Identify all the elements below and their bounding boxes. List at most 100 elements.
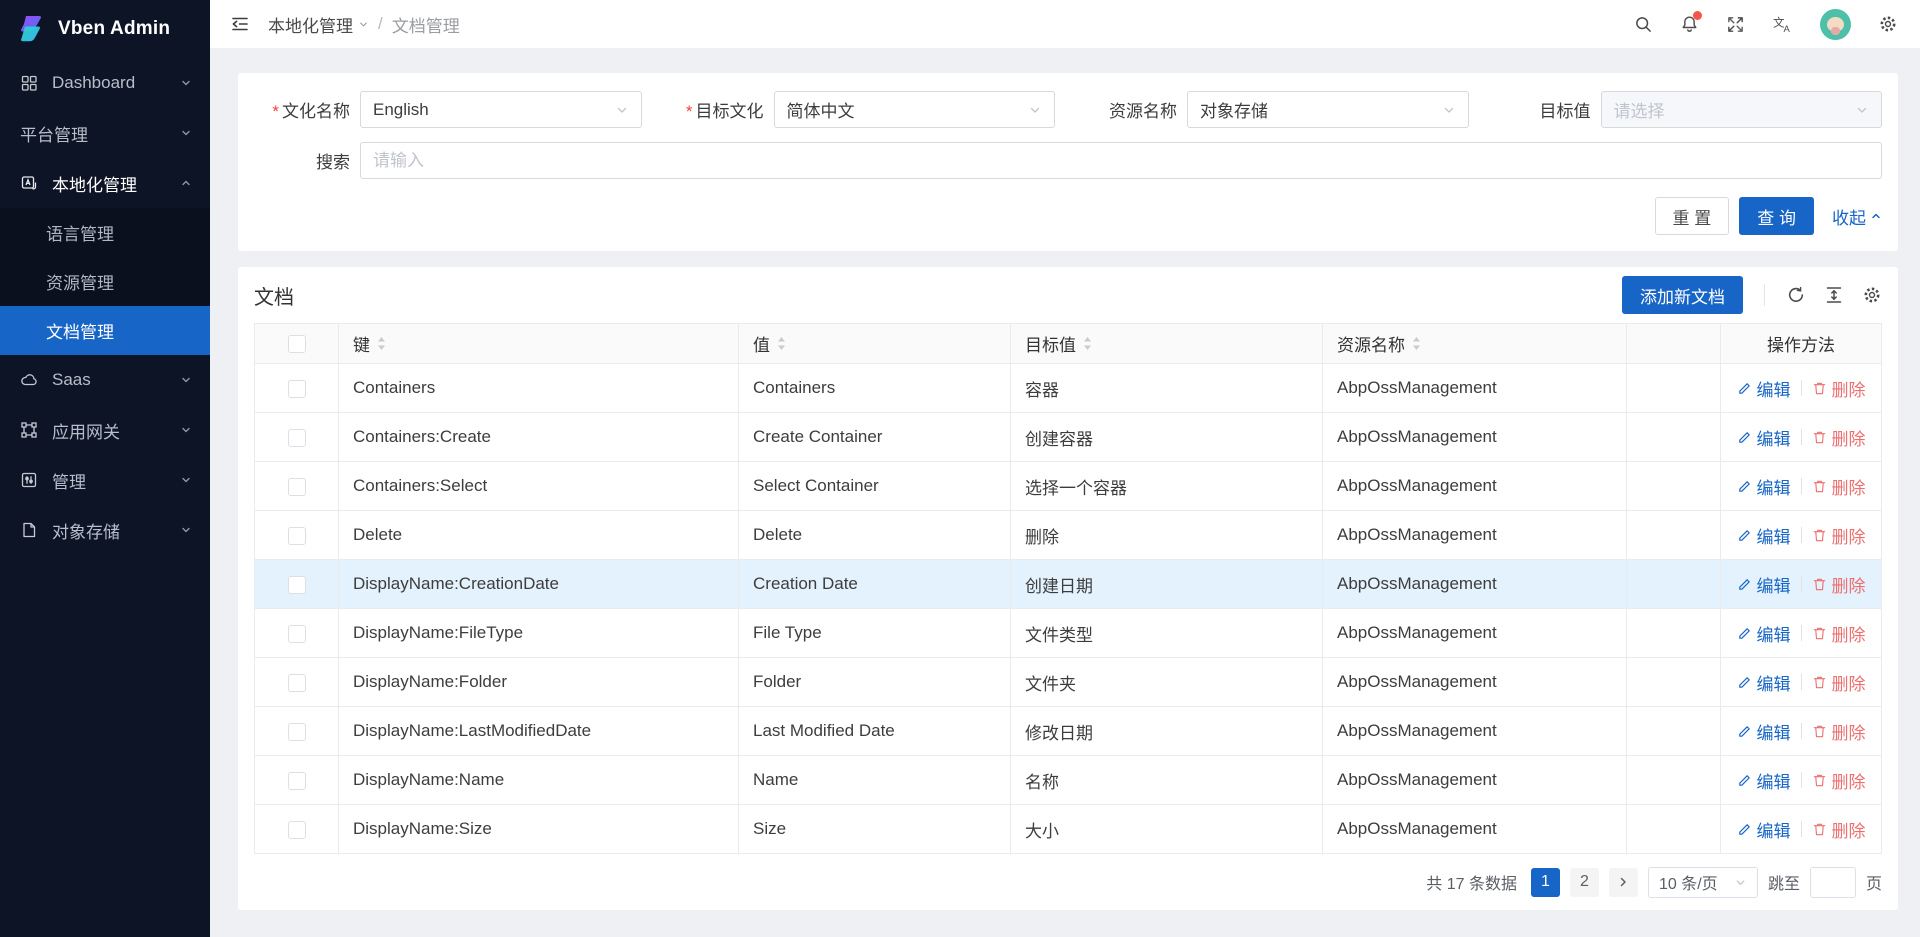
cell-key: DisplayName:CreationDate <box>339 560 739 609</box>
collapse-filter-label: 收起 <box>1832 204 1866 229</box>
search-input[interactable] <box>360 142 1882 179</box>
sort-icon[interactable] <box>1412 336 1421 351</box>
delete-link[interactable]: 删除 <box>1812 817 1866 842</box>
sidebar-item-document-management[interactable]: 文档管理 <box>0 306 210 355</box>
table-row[interactable]: DisplayName:Name Name 名称 AbpOssManagemen… <box>255 756 1882 805</box>
cell-resource: AbpOssManagement <box>1323 560 1627 609</box>
breadcrumb-separator: / <box>378 14 383 34</box>
sidebar-item-gateway[interactable]: 应用网关 <box>0 405 210 455</box>
delete-link[interactable]: 删除 <box>1812 572 1866 597</box>
delete-link[interactable]: 删除 <box>1812 425 1866 450</box>
resource-select[interactable]: 对象存储 <box>1187 91 1469 128</box>
table-row[interactable]: DisplayName:Size Size 大小 AbpOssManagemen… <box>255 805 1882 854</box>
top-header: 本地化管理 / 文档管理 <box>210 0 1920 49</box>
delete-link[interactable]: 删除 <box>1812 670 1866 695</box>
sidebar-item-dashboard[interactable]: Dashboard <box>0 58 210 108</box>
delete-link[interactable]: 删除 <box>1812 376 1866 401</box>
delete-link[interactable]: 删除 <box>1812 719 1866 744</box>
column-header-operations: 操作方法 <box>1721 324 1882 364</box>
sidebar-item-resource-management[interactable]: 资源管理 <box>0 257 210 306</box>
row-checkbox[interactable] <box>288 380 306 398</box>
edit-link[interactable]: 编辑 <box>1737 425 1791 450</box>
sort-icon[interactable] <box>377 336 386 351</box>
edit-link[interactable]: 编辑 <box>1737 523 1791 548</box>
row-checkbox[interactable] <box>288 576 306 594</box>
translate-icon[interactable]: 文 A <box>1772 14 1793 34</box>
delete-link[interactable]: 删除 <box>1812 474 1866 499</box>
sidebar-item-language-management[interactable]: 语言管理 <box>0 208 210 257</box>
sidebar-item-localization[interactable]: 本地化管理 <box>0 158 210 208</box>
table-row[interactable]: DisplayName:LastModifiedDate Last Modifi… <box>255 707 1882 756</box>
row-checkbox[interactable] <box>288 674 306 692</box>
collapse-sidebar-icon[interactable] <box>230 14 250 34</box>
edit-link[interactable]: 编辑 <box>1737 621 1791 646</box>
column-height-icon[interactable] <box>1824 285 1844 305</box>
target-value-select[interactable]: 请选择 <box>1601 91 1883 128</box>
row-checkbox[interactable] <box>288 527 306 545</box>
sort-icon[interactable] <box>1083 336 1092 351</box>
column-header-target[interactable]: 目标值 <box>1025 331 1076 356</box>
sidebar-item-platform[interactable]: 平台管理 <box>0 108 210 158</box>
query-button[interactable]: 查 询 <box>1739 197 1814 235</box>
search-icon[interactable] <box>1634 15 1653 34</box>
cell-empty <box>1627 805 1721 854</box>
sidebar-item-label: 资源管理 <box>46 269 114 294</box>
notification-bell-icon[interactable] <box>1680 14 1699 34</box>
row-checkbox[interactable] <box>288 821 306 839</box>
edit-link[interactable]: 编辑 <box>1737 670 1791 695</box>
delete-link[interactable]: 删除 <box>1812 523 1866 548</box>
settings-gear-icon[interactable] <box>1878 14 1898 34</box>
breadcrumb-parent[interactable]: 本地化管理 <box>268 12 369 37</box>
add-document-button[interactable]: 添加新文档 <box>1622 276 1743 314</box>
page-1-button[interactable]: 1 <box>1531 868 1560 897</box>
jump-page-input[interactable] <box>1810 867 1856 898</box>
sidebar-item-management[interactable]: 管理 <box>0 455 210 505</box>
sort-icon[interactable] <box>777 336 786 351</box>
sidebar-item-object-storage[interactable]: 对象存储 <box>0 505 210 555</box>
edit-link[interactable]: 编辑 <box>1737 376 1791 401</box>
table-row[interactable]: Containers:Create Create Container 创建容器 … <box>255 413 1882 462</box>
column-header-resource[interactable]: 资源名称 <box>1337 331 1405 356</box>
edit-link[interactable]: 编辑 <box>1737 474 1791 499</box>
logo[interactable]: Vben Admin <box>0 0 210 58</box>
jump-to-label: 跳至 <box>1768 870 1800 894</box>
next-page-button[interactable] <box>1609 868 1638 897</box>
table-row[interactable]: DisplayName:Folder Folder 文件夹 AbpOssMana… <box>255 658 1882 707</box>
table-row[interactable]: Containers Containers 容器 AbpOssManagemen… <box>255 364 1882 413</box>
sidebar-item-saas[interactable]: Saas <box>0 355 210 405</box>
cell-value: Containers <box>739 364 1011 413</box>
table-row[interactable]: DisplayName:FileType File Type 文件类型 AbpO… <box>255 609 1882 658</box>
cell-resource: AbpOssManagement <box>1323 364 1627 413</box>
target-culture-select[interactable]: 简体中文 <box>774 91 1056 128</box>
edit-link[interactable]: 编辑 <box>1737 719 1791 744</box>
avatar[interactable] <box>1820 9 1851 40</box>
edit-link[interactable]: 编辑 <box>1737 768 1791 793</box>
culture-select[interactable]: English <box>360 91 642 128</box>
fullscreen-icon[interactable] <box>1726 15 1745 34</box>
cell-empty <box>1627 511 1721 560</box>
edit-link[interactable]: 编辑 <box>1737 572 1791 597</box>
delete-link[interactable]: 删除 <box>1812 621 1866 646</box>
select-all-checkbox[interactable] <box>288 335 306 353</box>
row-checkbox[interactable] <box>288 625 306 643</box>
cell-key: Containers <box>339 364 739 413</box>
column-header-value[interactable]: 值 <box>753 331 770 356</box>
page-2-button[interactable]: 2 <box>1570 868 1599 897</box>
cell-empty <box>1627 462 1721 511</box>
page-size-select[interactable]: 10 条/页 <box>1648 867 1758 898</box>
table-settings-icon[interactable] <box>1862 285 1882 305</box>
row-checkbox[interactable] <box>288 772 306 790</box>
row-checkbox[interactable] <box>288 478 306 496</box>
table-row-highlighted[interactable]: DisplayName:CreationDate Creation Date 创… <box>255 560 1882 609</box>
cell-value: Select Container <box>739 462 1011 511</box>
delete-link[interactable]: 删除 <box>1812 768 1866 793</box>
reset-button[interactable]: 重 置 <box>1655 197 1730 235</box>
column-header-key[interactable]: 键 <box>353 331 370 356</box>
table-row[interactable]: Delete Delete 删除 AbpOssManagement 编辑删除 <box>255 511 1882 560</box>
table-row[interactable]: Containers:Select Select Container 选择一个容… <box>255 462 1882 511</box>
row-checkbox[interactable] <box>288 429 306 447</box>
edit-link[interactable]: 编辑 <box>1737 817 1791 842</box>
collapse-filter-link[interactable]: 收起 <box>1832 204 1882 229</box>
row-checkbox[interactable] <box>288 723 306 741</box>
refresh-icon[interactable] <box>1786 285 1806 305</box>
